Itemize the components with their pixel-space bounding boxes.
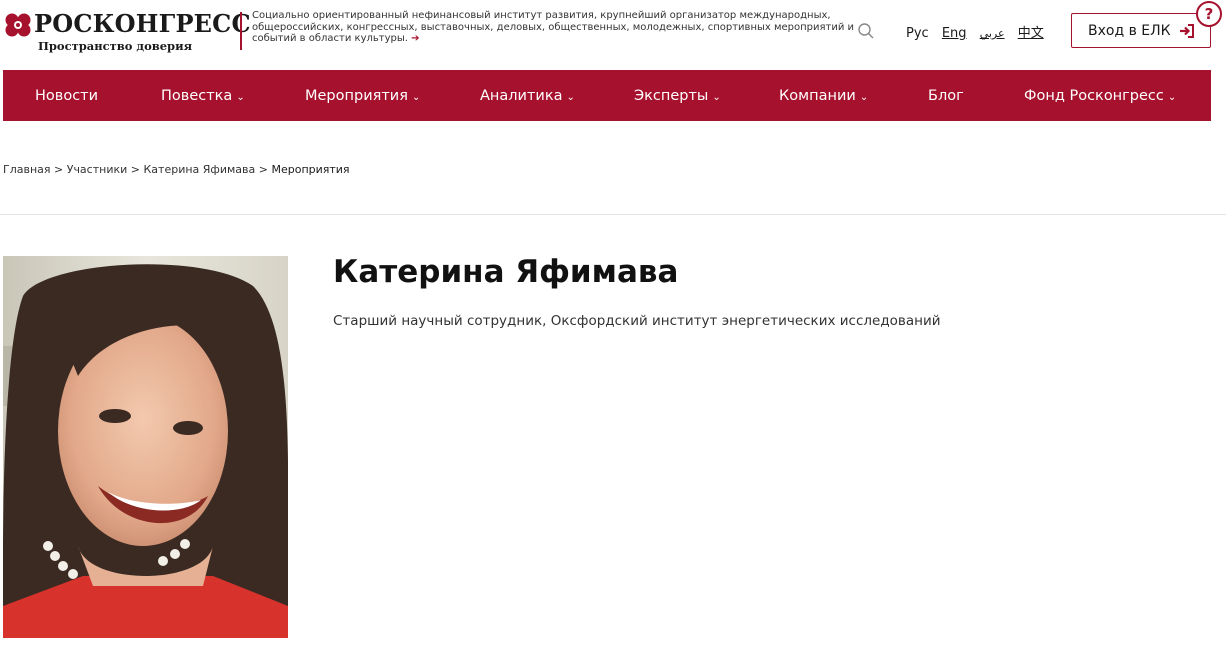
chevron-down-icon: ⌄ [712,91,721,103]
nav-item-label: Аналитика [480,87,563,104]
help-icon[interactable]: ? [1196,1,1222,27]
breadcrumb: Главная > Участники > Катерина Яфимава >… [3,163,350,176]
breadcrumb-separator: > [127,163,144,176]
roscongress-logo[interactable]: РОСКОНГРЕСС Пространство доверия [3,9,251,55]
nav-item-agenda[interactable]: Повестка ⌄ [161,70,245,121]
chevron-down-icon: ⌄ [411,91,421,103]
login-label: Вход в ЕЛК [1088,22,1171,39]
login-button[interactable]: Вход в ЕЛК [1071,13,1211,48]
chevron-down-icon: ⌄ [859,91,869,103]
nav-item-events[interactable]: Мероприятия ⌄ [305,70,420,121]
breadcrumb-home[interactable]: Главная [3,163,51,176]
nav-item-news[interactable]: Новости [35,70,98,121]
profile-photo [3,256,288,638]
nav-item-label: Новости [35,87,99,104]
logo-subtitle: Пространство доверия [38,39,193,53]
person-position: Старший научный сотрудник, Оксфордский и… [333,313,941,329]
breadcrumb-separator: > [255,163,272,176]
nav-item-companies[interactable]: Компании ⌄ [779,70,868,121]
breadcrumb-separator: > [50,163,67,176]
nav-item-label: Компании [779,87,856,104]
breadcrumb-person[interactable]: Катерина Яфимава [144,163,256,176]
nav-item-analytics[interactable]: Аналитика ⌄ [480,70,575,121]
breadcrumb-participants[interactable]: Участники [67,163,128,176]
lang-ar[interactable]: عربي [980,27,1005,40]
lang-zh[interactable]: 中文 [1018,26,1044,41]
main-nav: Новости Повестка ⌄ Мероприятия ⌄ Аналити… [3,70,1211,121]
nav-item-label: Повестка [161,87,233,104]
breadcrumb-current: Мероприятия [271,163,350,176]
nav-item-label: Блог [928,87,964,104]
chevron-down-icon: ⌄ [1167,91,1177,103]
person-name: Катерина Яфимава [333,254,679,290]
nav-item-blog[interactable]: Блог [928,70,964,121]
roscongress-emblem-icon [5,13,31,37]
site-header: РОСКОНГРЕСС Пространство доверия Социаль… [0,0,1226,70]
lang-ru[interactable]: Рус [906,26,929,41]
header-description: Социально ориентированный нефинансовый и… [252,10,872,45]
logo-text: РОСКОНГРЕСС [34,9,251,38]
sign-in-icon [1179,23,1194,38]
nav-item-label: Эксперты [634,87,709,104]
description-arrow-icon[interactable]: ➔ [411,33,419,44]
nav-item-foundation[interactable]: Фонд Росконгресс ⌄ [1024,70,1176,121]
chevron-down-icon: ⌄ [236,91,245,103]
description-text: Социально ориентированный нефинансовый и… [252,10,855,44]
nav-item-label: Фонд Росконгресс [1024,87,1164,104]
language-switcher: Рус Eng عربي 中文 [906,22,1053,41]
nav-item-label: Мероприятия [305,87,408,104]
nav-item-experts[interactable]: Эксперты ⌄ [634,70,721,121]
lang-en[interactable]: Eng [942,26,967,41]
search-icon[interactable] [857,22,875,40]
section-divider [0,214,1226,215]
profile-photo-image [3,256,288,638]
chevron-down-icon: ⌄ [566,91,575,103]
header-divider [240,12,242,50]
